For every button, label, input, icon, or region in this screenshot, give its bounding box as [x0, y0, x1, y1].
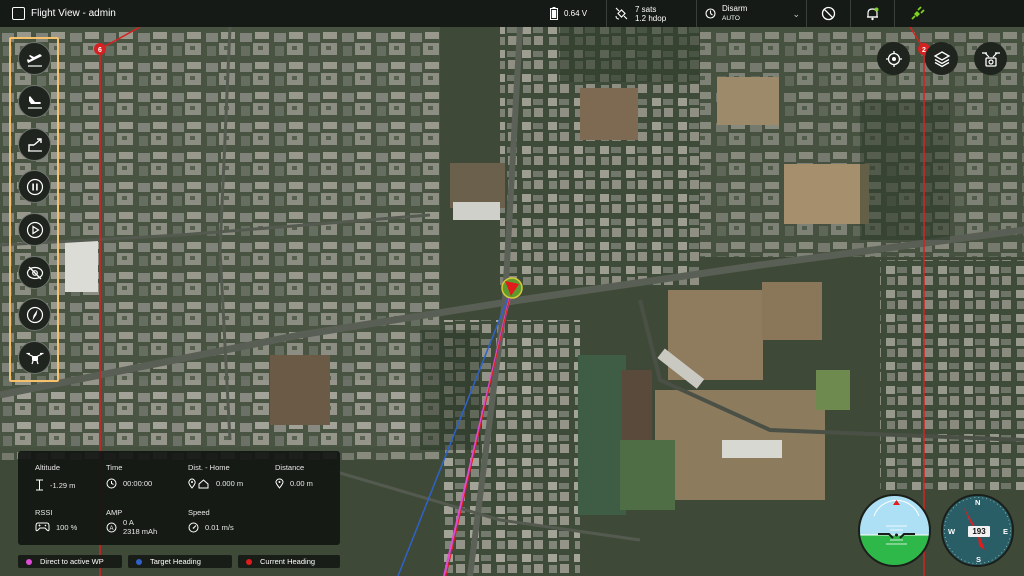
amp-value: 0 A [123, 518, 134, 527]
location-pin-icon [275, 478, 284, 489]
window-title: Flight View - admin [31, 8, 116, 19]
chevron-down-icon: ⌄ [792, 9, 800, 19]
heading-readout: 193 [968, 526, 990, 537]
drone-camera-icon [981, 51, 1000, 67]
speed-readout: 0.01 m/s [188, 522, 234, 533]
altitude-readout: -1.29 m [35, 479, 75, 491]
start-mission-button[interactable] [18, 213, 51, 246]
compass-east: E [1003, 527, 1009, 536]
compass-north: N [975, 498, 981, 507]
vehicle-marker[interactable] [501, 277, 523, 299]
amp-capacity: 2318 mAh [123, 527, 158, 536]
legend-dot-target-heading [136, 558, 142, 565]
gps-hdop: 1.2 hdop [635, 13, 667, 23]
window-title-area: Flight View - admin [0, 7, 540, 20]
gamepad-icon [35, 522, 50, 532]
telemetry-panel: Altitude -1.29 m Time 00:00:00 Dist. - H… [18, 451, 340, 545]
dist-home-value: 0.000 m [216, 479, 244, 488]
flight-mode-selector[interactable]: Disarm AUTO ⌄ [696, 0, 806, 27]
app-window-icon[interactable] [12, 7, 25, 20]
layers-icon [933, 50, 950, 67]
plug-connected-icon [910, 5, 925, 20]
battery-icon [550, 7, 558, 20]
altitude-label: Altitude [35, 463, 61, 472]
svg-text:A: A [109, 526, 113, 532]
disarm-button[interactable] [18, 256, 51, 289]
dist-home-readout: 0.000 m [188, 478, 243, 489]
pin-home-icon [188, 478, 209, 489]
clock-icon [106, 478, 117, 489]
altitude-icon [36, 479, 43, 491]
speed-label: Speed [188, 508, 210, 517]
arm-state: Disarm [722, 3, 748, 13]
crosshair-icon [885, 50, 902, 67]
satellite-icon [615, 7, 628, 20]
time-readout: 00:00:00 [106, 478, 152, 489]
legend-target-heading: Target Heading [128, 555, 232, 568]
rssi-label: RSSI [35, 508, 53, 517]
takeoff-icon [26, 53, 42, 67]
drone-camera-button[interactable] [974, 42, 1007, 75]
amp-label: AMP [106, 508, 123, 517]
speed-value: 0.01 m/s [205, 523, 234, 532]
time-label: Time [106, 463, 123, 472]
amp-readout: A 0 A 2318 mAh [106, 518, 157, 536]
arm-state-icon [705, 8, 716, 19]
legend-dot-current-heading [246, 558, 252, 565]
action-toolbar [9, 37, 59, 382]
distance-value: 0.00 m [290, 479, 313, 488]
center-map-button[interactable] [877, 42, 910, 75]
heading-compass: N E S W 193 [941, 494, 1014, 567]
rssi-value: 100 % [56, 522, 78, 532]
disable-icon [26, 266, 43, 279]
bell-icon [867, 7, 879, 21]
distance-label: Distance [275, 463, 305, 472]
dist-home-label: Dist. - Home [188, 463, 230, 472]
time-value: 00:00:00 [123, 479, 153, 488]
return-home-icon [27, 137, 42, 152]
rssi-readout: 100 % [35, 522, 77, 532]
altitude-value: -1.29 m [50, 480, 76, 490]
flight-mode: AUTO [722, 14, 740, 22]
disable-geofence-button[interactable] [806, 0, 850, 27]
drone-icon [26, 352, 43, 364]
pause-mission-button[interactable] [18, 170, 51, 203]
connection-status-button[interactable] [894, 0, 938, 27]
pause-icon [26, 178, 43, 195]
drone-settings-button[interactable] [18, 341, 51, 374]
top-status-bar: Flight View - admin 0.64 V 7 sats 1.2 hd… [0, 0, 1024, 27]
attitude-indicator [858, 494, 931, 567]
legend-label-target-heading: Target Heading [150, 557, 201, 566]
land-icon [27, 95, 42, 109]
gps-sat-count: 7 sats [635, 4, 657, 14]
gps-status[interactable]: 7 sats 1.2 hdop [606, 0, 696, 27]
compass-west: W [948, 527, 956, 536]
legend-direct-wp: Direct to active WP [18, 555, 122, 568]
legend-current-heading: Current Heading [238, 555, 340, 568]
no-fly-icon [821, 6, 836, 21]
takeoff-button[interactable] [18, 42, 51, 75]
compass-icon [26, 306, 43, 323]
waypoint-label-6: 6 [98, 47, 102, 54]
compass-calibrate-button[interactable] [18, 298, 51, 331]
legend-dot-direct-wp [26, 558, 32, 565]
land-button[interactable] [18, 85, 51, 118]
map-layers-button[interactable] [925, 42, 958, 75]
battery-voltage: 0.64 V [564, 9, 588, 18]
notifications-button[interactable] [850, 0, 894, 27]
play-icon [26, 221, 43, 238]
speedometer-icon [188, 522, 199, 533]
legend-label-current-heading: Current Heading [260, 557, 316, 566]
return-home-button[interactable] [18, 128, 51, 161]
battery-status[interactable]: 0.64 V [540, 0, 606, 27]
compass-south: S [976, 555, 982, 564]
distance-readout: 0.00 m [275, 478, 313, 489]
legend-label-direct-wp: Direct to active WP [40, 557, 104, 566]
ampere-icon: A [106, 522, 117, 532]
